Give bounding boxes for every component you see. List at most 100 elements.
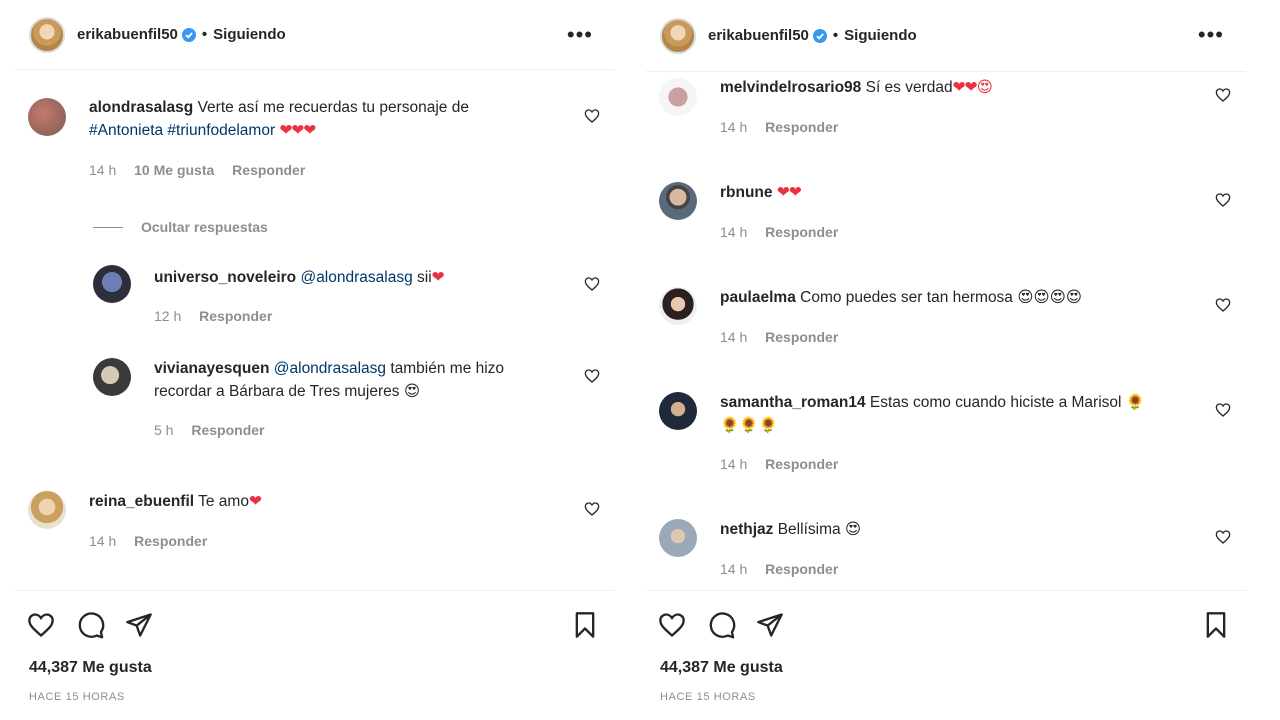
heart-icon[interactable] xyxy=(1215,402,1231,418)
commenter-username[interactable]: paulaelma xyxy=(720,289,796,306)
reply-button[interactable]: Responder xyxy=(765,456,838,472)
commenter-avatar[interactable] xyxy=(28,98,66,136)
comment-likes[interactable]: 10 Me gusta xyxy=(134,162,214,178)
commenter-avatar[interactable] xyxy=(93,358,131,396)
author-avatar[interactable] xyxy=(29,16,65,53)
follow-button[interactable]: Siguiendo xyxy=(213,26,286,43)
post-timestamp: HACE 15 HORAS xyxy=(660,691,756,703)
comment-text: samantha_roman14 Estas como cuando hicis… xyxy=(720,391,1210,437)
reply-button[interactable]: Responder xyxy=(232,162,305,178)
share-icon[interactable] xyxy=(125,611,153,639)
comment-content: Bellísima xyxy=(777,521,841,538)
like-heart-icon[interactable] xyxy=(27,611,55,639)
comment-emoji: ❤❤😍 xyxy=(952,78,993,96)
share-icon[interactable] xyxy=(756,611,784,639)
comment-emoji: 😍😍😍😍 xyxy=(1017,288,1082,306)
post-header: erikabuenfil50 • Siguiendo ••• xyxy=(15,0,615,70)
comment-meta: 5 h Responder xyxy=(154,422,278,438)
comment-emoji: 😍 xyxy=(403,382,421,400)
comment-icon[interactable] xyxy=(708,611,736,639)
post-header: erikabuenfil50 • Siguiendo ••• xyxy=(646,0,1246,72)
comment-content: Te amo xyxy=(198,493,249,510)
comment-icon[interactable] xyxy=(77,611,105,639)
follow-button[interactable]: Siguiendo xyxy=(844,27,917,44)
like-heart-icon[interactable] xyxy=(658,611,686,639)
commenter-avatar[interactable] xyxy=(659,287,697,325)
post-panel-left: erikabuenfil50 • Siguiendo ••• alondrasa… xyxy=(15,0,615,720)
commenter-avatar[interactable] xyxy=(28,491,66,529)
author-username[interactable]: erikabuenfil50 xyxy=(77,26,178,43)
comment-text: rbnune ❤❤ xyxy=(720,181,1180,204)
separator-dot: • xyxy=(201,26,208,43)
more-options-icon[interactable]: ••• xyxy=(1198,24,1224,46)
reply-button[interactable]: Responder xyxy=(191,422,264,438)
post-actions: 44,387 Me gusta HACE 15 HORAS xyxy=(15,590,615,720)
comment-time: 14 h xyxy=(89,162,117,178)
comment-emoji: ❤ xyxy=(248,492,262,510)
comment-text: melvindelrosario98 Sí es verdad❤❤😍 xyxy=(720,76,1180,99)
comment-content: Como puedes ser tan hermosa xyxy=(800,289,1013,306)
comment-time: 14 h xyxy=(720,456,748,472)
heart-icon[interactable] xyxy=(1215,192,1231,208)
comment-hashtags[interactable]: #Antonieta #triunfodelamor xyxy=(89,122,275,139)
heart-icon[interactable] xyxy=(1215,87,1231,103)
divider-line xyxy=(93,226,123,228)
heart-icon[interactable] xyxy=(1215,529,1231,545)
comment-meta: 14 h Responder xyxy=(720,119,852,135)
author-username[interactable]: erikabuenfil50 xyxy=(708,27,809,44)
comment-meta: 14 h Responder xyxy=(720,329,852,345)
commenter-username[interactable]: universo_noveleiro xyxy=(154,269,296,286)
comment-meta: 14 h Responder xyxy=(89,533,221,549)
commenter-username[interactable]: rbnune xyxy=(720,184,773,201)
comment-emoji: ❤❤ xyxy=(776,183,802,201)
commenter-avatar[interactable] xyxy=(659,392,697,430)
comment-time: 14 h xyxy=(720,329,748,345)
comment-content-line2: recordar a Bárbara de Tres mujeres xyxy=(154,383,400,400)
reply-button[interactable]: Responder xyxy=(134,533,207,549)
commenter-username[interactable]: vivianayesquen xyxy=(154,360,269,377)
commenter-username[interactable]: nethjaz xyxy=(720,521,773,538)
commenter-avatar[interactable] xyxy=(659,182,697,220)
comment-text: vivianayesquen @alondrasalasg también me… xyxy=(154,358,574,403)
commenter-username[interactable]: alondrasalasg xyxy=(89,99,193,116)
bookmark-icon[interactable] xyxy=(1202,611,1230,639)
comment-time: 14 h xyxy=(720,224,748,240)
commenter-avatar[interactable] xyxy=(659,78,697,116)
comment-mention[interactable]: @alondrasalasg xyxy=(300,269,412,286)
comment-text: alondrasalasg Verte así me recuerdas tu … xyxy=(89,97,549,142)
author-avatar[interactable] xyxy=(660,17,696,54)
verified-badge-icon xyxy=(812,28,827,43)
commenter-avatar[interactable] xyxy=(93,265,131,303)
heart-icon[interactable] xyxy=(584,276,600,292)
hide-replies-button[interactable]: Ocultar respuestas xyxy=(93,219,268,235)
heart-icon[interactable] xyxy=(584,501,600,517)
heart-icon[interactable] xyxy=(584,108,600,124)
comment-content: sii xyxy=(417,269,432,286)
comment-meta: 14 h Responder xyxy=(720,224,852,240)
comment-meta: 14 h 10 Me gusta Responder xyxy=(89,162,319,178)
reply-button[interactable]: Responder xyxy=(765,119,838,135)
comment-mention[interactable]: @alondrasalasg xyxy=(274,360,386,377)
reply-button[interactable]: Responder xyxy=(765,561,838,577)
comment-emoji: ❤ xyxy=(431,268,445,286)
likes-count[interactable]: 44,387 Me gusta xyxy=(660,659,783,677)
verified-badge-icon xyxy=(181,27,196,42)
commenter-avatar[interactable] xyxy=(659,519,697,557)
comment-time: 14 h xyxy=(720,119,748,135)
comment-text: nethjaz Bellísima 😍 xyxy=(720,518,1180,541)
reply-button[interactable]: Responder xyxy=(199,308,272,324)
commenter-username[interactable]: reina_ebuenfil xyxy=(89,493,194,510)
reply-button[interactable]: Responder xyxy=(765,224,838,240)
reply-button[interactable]: Responder xyxy=(765,329,838,345)
comment-emoji: 🌻 xyxy=(1125,393,1146,411)
more-options-icon[interactable]: ••• xyxy=(567,24,593,46)
hide-replies-label: Ocultar respuestas xyxy=(141,219,268,235)
commenter-username[interactable]: melvindelrosario98 xyxy=(720,79,861,96)
comment-text: universo_noveleiro @alondrasalasg sii❤ xyxy=(154,266,574,289)
comment-text: reina_ebuenfil Te amo❤ xyxy=(89,490,549,513)
commenter-username[interactable]: samantha_roman14 xyxy=(720,394,866,411)
heart-icon[interactable] xyxy=(584,368,600,384)
bookmark-icon[interactable] xyxy=(571,611,599,639)
heart-icon[interactable] xyxy=(1215,297,1231,313)
likes-count[interactable]: 44,387 Me gusta xyxy=(29,659,152,677)
